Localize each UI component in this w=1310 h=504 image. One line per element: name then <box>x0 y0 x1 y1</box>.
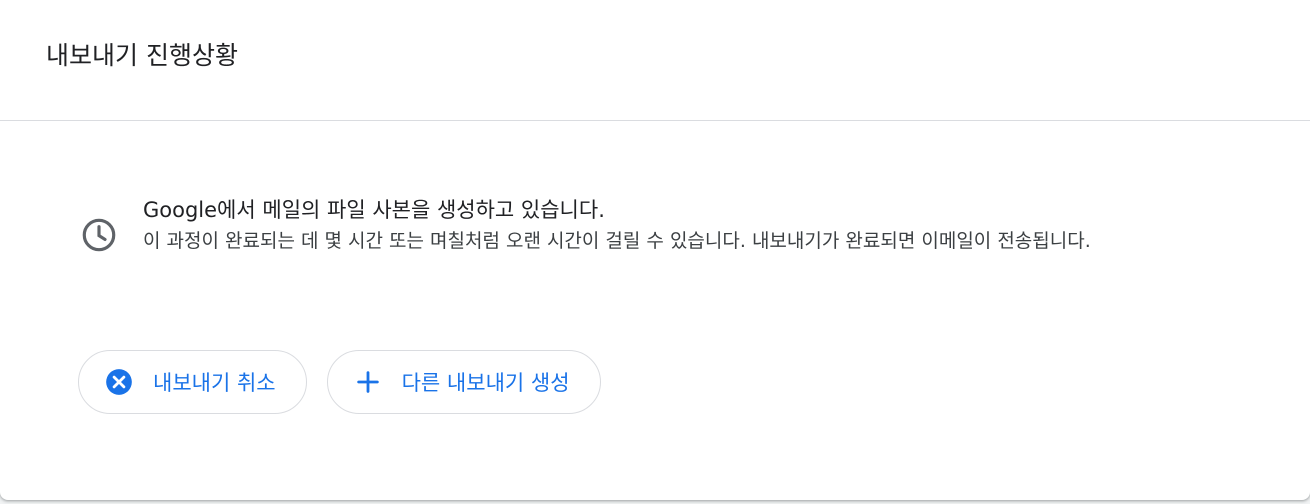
card-body: Google에서 메일의 파일 사본을 생성하고 있습니다. 이 과정이 완료되… <box>0 121 1310 499</box>
export-status: Google에서 메일의 파일 사본을 생성하고 있습니다. 이 과정이 완료되… <box>80 194 1233 257</box>
page-title: 내보내기 진행상황 <box>46 41 238 70</box>
export-progress-card: 내보내기 진행상황 Google에서 메일의 파일 사본을 생성하고 있습니다.… <box>0 0 1310 500</box>
status-message: Google에서 메일의 파일 사본을 생성하고 있습니다. <box>143 198 605 222</box>
cancel-export-label: 내보내기 취소 <box>153 371 276 395</box>
status-text: Google에서 메일의 파일 사본을 생성하고 있습니다. 이 과정이 완료되… <box>143 194 1233 257</box>
cancel-export-button[interactable]: 내보내기 취소 <box>78 350 307 414</box>
create-another-export-button[interactable]: 다른 내보내기 생성 <box>326 350 601 414</box>
card-header: 내보내기 진행상황 <box>0 0 1310 121</box>
clock-icon <box>82 218 116 252</box>
plus-icon <box>356 371 379 393</box>
action-buttons: 내보내기 취소 다른 내보내기 생성 <box>78 350 601 414</box>
create-another-export-label: 다른 내보내기 생성 <box>401 371 570 395</box>
cancel-circle-icon <box>106 369 132 395</box>
status-detail: 이 과정이 완료되는 데 몇 시간 또는 며칠처럼 오랜 시간이 걸릴 수 있습… <box>143 230 1091 252</box>
